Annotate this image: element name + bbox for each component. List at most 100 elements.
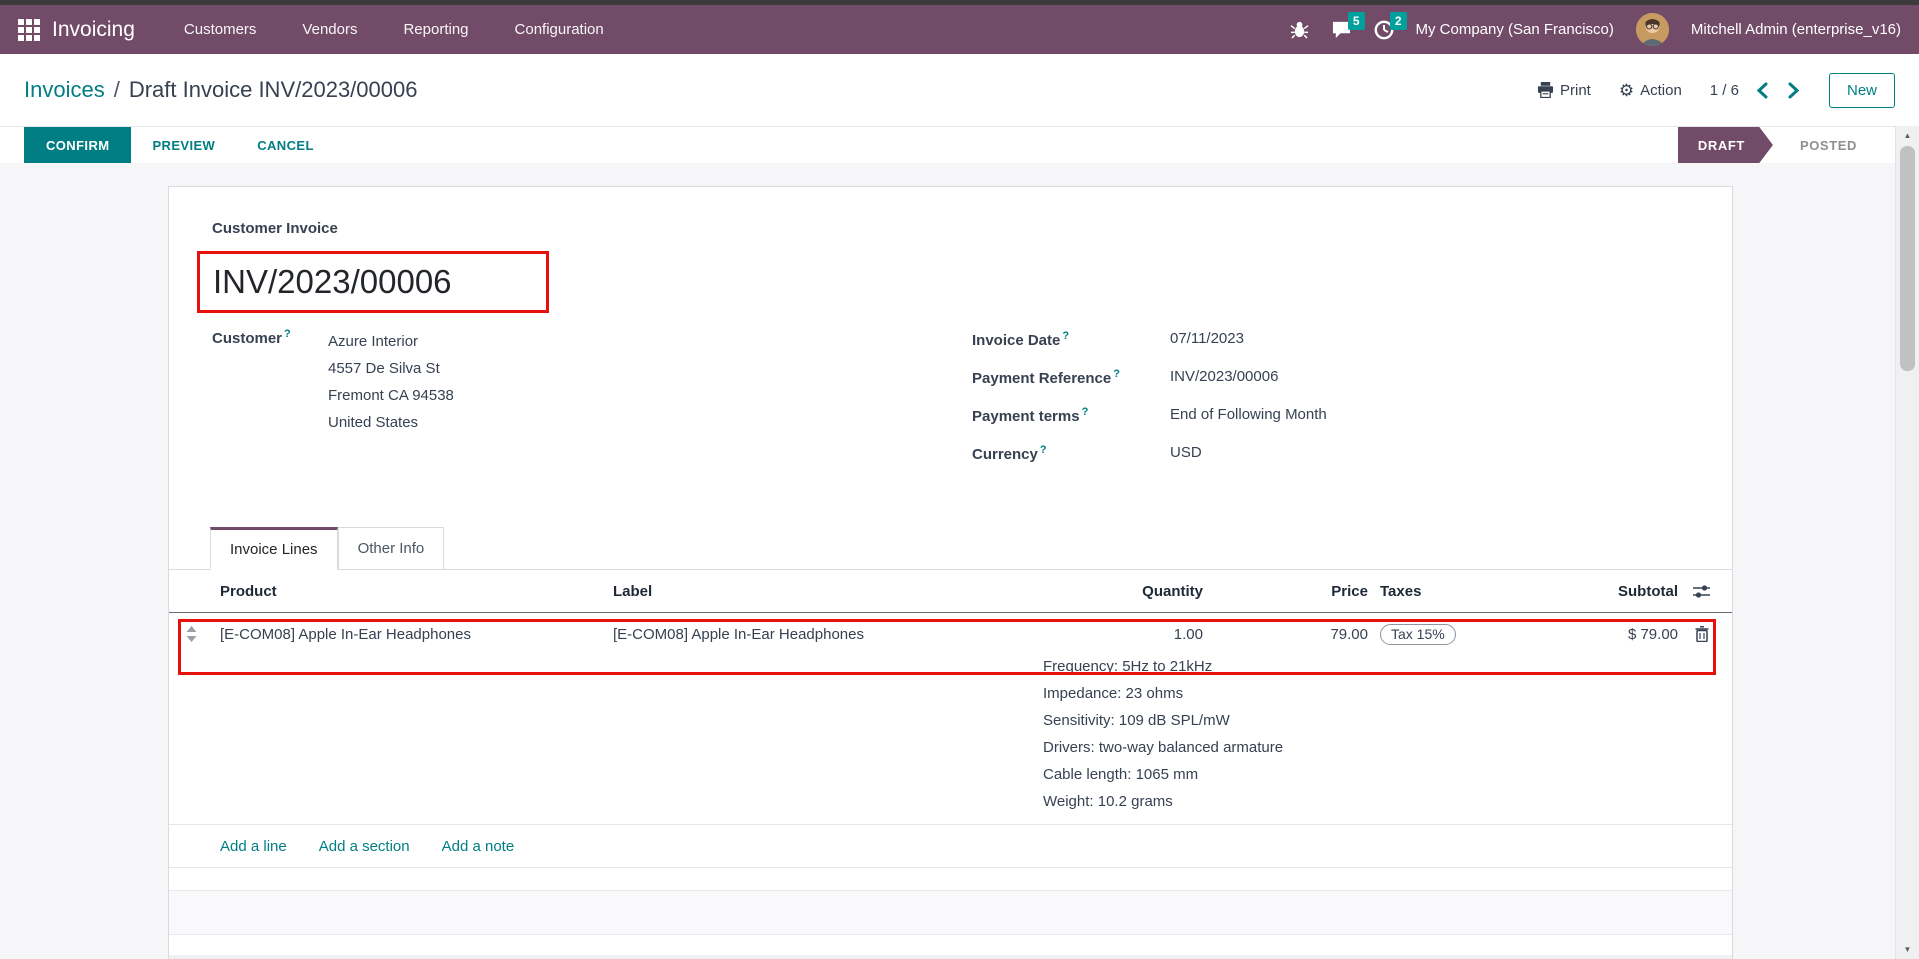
description-line: Sensitivity: 109 dB SPL/mW — [1043, 712, 1230, 729]
table-footer-links: Add a line Add a section Add a note — [169, 825, 1732, 868]
debug-bug-icon[interactable] — [1289, 20, 1309, 39]
customer-name-link[interactable]: Azure Interior — [328, 328, 454, 355]
pager-previous-icon[interactable] — [1755, 80, 1770, 101]
description-line: Cable length: 1065 mm — [1043, 766, 1199, 783]
header-product[interactable]: Product — [213, 583, 613, 600]
status-draft[interactable]: DRAFT — [1678, 127, 1773, 164]
line-quantity[interactable]: 1.00 — [1043, 626, 1203, 643]
gear-icon: ⚙ — [1618, 80, 1635, 100]
customer-help-icon[interactable]: ? — [284, 328, 291, 340]
payment-reference-help-icon[interactable]: ? — [1113, 368, 1120, 380]
nav-menu-customers[interactable]: Customers — [161, 5, 280, 54]
action-button[interactable]: ⚙ Action — [1619, 82, 1682, 99]
record-pager: 1 / 6 — [1710, 80, 1801, 101]
delete-line-icon[interactable] — [1678, 626, 1725, 642]
invoice-lines-table: Product Label Quantity Price Taxes Subto… — [169, 570, 1732, 959]
description-line: Impedance: 23 ohms — [1043, 685, 1184, 702]
add-a-line-link[interactable]: Add a line — [220, 838, 287, 855]
payment-terms-help-icon[interactable]: ? — [1082, 406, 1089, 418]
notebook-tabs: Invoice Lines Other Info — [169, 527, 1732, 570]
tax-tag[interactable]: Tax 15% — [1380, 623, 1456, 645]
invoice-date-label-text: Invoice Date — [972, 332, 1061, 349]
vertical-scrollbar[interactable]: ▲ ▼ — [1895, 126, 1919, 959]
breadcrumb-separator: / — [113, 77, 120, 102]
main-navbar: Invoicing Customers Vendors Reporting Co… — [0, 5, 1919, 54]
drag-handle-icon[interactable] — [169, 626, 213, 642]
messages-icon[interactable]: 5 — [1331, 12, 1365, 39]
currency-label: Currency? — [972, 444, 1170, 463]
tab-other-info[interactable]: Other Info — [337, 527, 445, 570]
line-description: Frequency: 5Hz to 21kHz Impedance: 23 oh… — [169, 653, 1732, 824]
header-price[interactable]: Price — [1203, 583, 1368, 600]
customer-label: Customer? — [212, 328, 328, 436]
empty-row — [169, 935, 1732, 955]
empty-row — [169, 868, 1732, 890]
scrollbar-thumb[interactable] — [1900, 146, 1915, 371]
notebook: Invoice Lines Other Info Product Label Q… — [169, 527, 1732, 959]
scrollbar-down-icon[interactable]: ▼ — [1896, 945, 1919, 954]
nav-menu: Customers Vendors Reporting Configuratio… — [161, 5, 627, 54]
preview-button[interactable]: PREVIEW — [131, 127, 236, 163]
new-button[interactable]: New — [1828, 72, 1895, 108]
payment-reference-label-text: Payment Reference — [972, 370, 1112, 387]
activities-clock-icon[interactable]: 2 — [1374, 11, 1407, 40]
payment-terms-value[interactable]: End of Following Month — [1170, 406, 1327, 425]
nav-menu-configuration[interactable]: Configuration — [492, 5, 627, 54]
invoice-date-value[interactable]: 07/11/2023 — [1170, 330, 1327, 349]
payment-terms-label-text: Payment terms — [972, 408, 1080, 425]
payment-reference-label: Payment Reference? — [972, 368, 1170, 387]
description-line: Drivers: two-way balanced armature — [1043, 739, 1284, 756]
cancel-button[interactable]: CANCEL — [236, 127, 335, 163]
pager-next-icon[interactable] — [1786, 80, 1801, 101]
navbar-systray: 5 2 My Company (San Francisco) Mitchell … — [1289, 11, 1901, 46]
breadcrumb: Invoices / Draft Invoice INV/2023/00006 — [24, 77, 417, 103]
invoice-line-row[interactable]: [E-COM08] Apple In-Ear Headphones [E-COM… — [169, 613, 1732, 653]
line-product[interactable]: [E-COM08] Apple In-Ear Headphones — [213, 626, 613, 643]
totals-row-placeholder — [169, 890, 1732, 935]
user-menu[interactable]: Mitchell Admin (enterprise_v16) — [1691, 21, 1901, 38]
app-title[interactable]: Invoicing — [52, 18, 135, 42]
control-panel: Invoices / Draft Invoice INV/2023/00006 … — [0, 54, 1919, 126]
invoice-number-highlight: INV/2023/00006 — [197, 251, 549, 313]
tab-invoice-lines[interactable]: Invoice Lines — [210, 527, 338, 570]
currency-help-icon[interactable]: ? — [1040, 444, 1047, 456]
add-a-section-link[interactable]: Add a section — [319, 838, 410, 855]
header-label[interactable]: Label — [613, 583, 1043, 600]
confirm-button[interactable]: CONFIRM — [24, 127, 132, 163]
customer-address-line: 4557 De Silva St — [328, 360, 440, 377]
currency-label-text: Currency — [972, 446, 1038, 463]
print-button[interactable]: Print — [1537, 82, 1591, 99]
description-line: Weight: 10.2 grams — [1043, 793, 1173, 810]
invoice-sheet: Customer Invoice INV/2023/00006 Customer… — [168, 186, 1733, 959]
activities-badge: 2 — [1389, 11, 1407, 30]
add-a-note-link[interactable]: Add a note — [442, 838, 515, 855]
header-subtotal[interactable]: Subtotal — [1498, 583, 1678, 600]
header-quantity[interactable]: Quantity — [1043, 583, 1203, 600]
nav-menu-reporting[interactable]: Reporting — [380, 5, 491, 54]
customer-value: Azure Interior 4557 De Silva St Fremont … — [328, 328, 454, 436]
line-subtotal: $ 79.00 — [1627, 625, 1678, 643]
customer-address-line: United States — [328, 414, 419, 431]
invoice-date-help-icon[interactable]: ? — [1062, 330, 1069, 342]
status-posted[interactable]: POSTED — [1800, 138, 1857, 153]
currency-value[interactable]: USD — [1170, 444, 1327, 463]
invoice-number[interactable]: INV/2023/00006 — [213, 263, 452, 301]
payment-terms-label: Payment terms? — [972, 406, 1170, 425]
line-label[interactable]: [E-COM08] Apple In-Ear Headphones — [613, 626, 1043, 643]
messages-badge: 5 — [1347, 12, 1365, 30]
nav-menu-vendors[interactable]: Vendors — [279, 5, 380, 54]
scrollbar-up-icon[interactable]: ▲ — [1896, 131, 1919, 140]
line-price[interactable]: 79.00 — [1203, 626, 1368, 643]
customer-address-line: Fremont CA 94538 — [328, 387, 454, 404]
action-label: Action — [1640, 81, 1682, 99]
form-statusbar: CONFIRM PREVIEW CANCEL DRAFT POSTED — [0, 126, 1919, 163]
control-panel-actions: Print ⚙ Action 1 / 6 New — [1537, 72, 1895, 108]
payment-reference-value[interactable]: INV/2023/00006 — [1170, 368, 1327, 387]
apps-grid-icon[interactable] — [18, 18, 40, 41]
breadcrumb-invoices-link[interactable]: Invoices — [24, 77, 105, 103]
sheet-bottom-band — [169, 955, 1732, 959]
company-switcher[interactable]: My Company (San Francisco) — [1416, 21, 1614, 38]
optional-columns-icon[interactable] — [1678, 584, 1725, 599]
user-avatar[interactable] — [1635, 13, 1669, 46]
header-taxes[interactable]: Taxes — [1368, 583, 1498, 600]
